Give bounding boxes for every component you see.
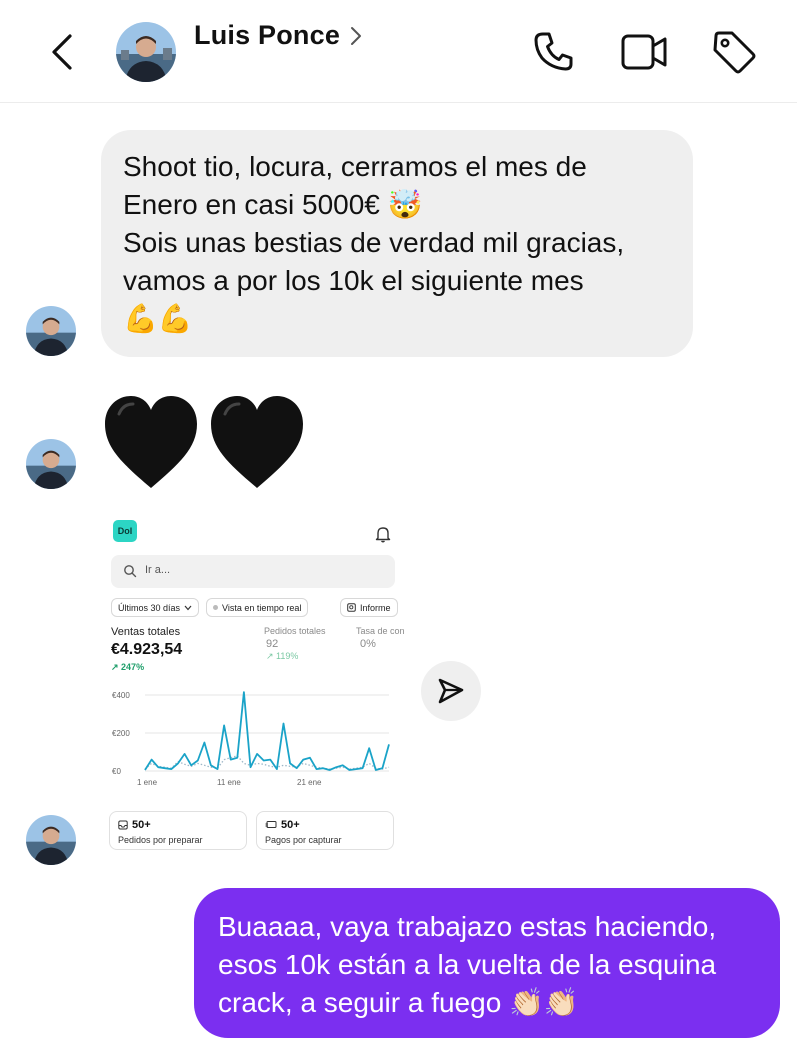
message-text: Buaaaa, vaya trabajazo estas haciendo, xyxy=(218,911,717,942)
inbox-icon xyxy=(118,820,128,830)
message-text: Shoot tio, locura, cerramos el mes de xyxy=(123,151,587,182)
sales-line-chart: €400 €200 €0 1 ene 11 ene 21 ene xyxy=(112,691,390,787)
message-text: vamos a por los 10k el siguiente mes xyxy=(123,265,584,296)
x-tick-label: 21 ene xyxy=(297,778,322,787)
sales-series-line xyxy=(144,691,390,771)
message-text: crack, a seguir a fuego xyxy=(218,987,502,1018)
realtime-chip: Vista en tiempo real xyxy=(206,598,309,617)
y-tick-label: €400 xyxy=(112,691,130,700)
chip-label: Vista en tiempo real xyxy=(222,602,302,613)
search-icon xyxy=(124,565,137,578)
report-chip: Informe xyxy=(340,598,398,617)
x-tick-label: 1 ene xyxy=(137,778,158,787)
sender-avatar[interactable] xyxy=(26,306,76,356)
orders-label: Pedidos totales xyxy=(264,626,326,636)
search-bar: Ir a... xyxy=(111,555,395,588)
tag-icon xyxy=(713,31,756,74)
sales-value: €4.923,54 xyxy=(111,641,183,658)
sender-avatar[interactable] xyxy=(26,439,76,489)
sender-avatar[interactable] xyxy=(26,815,76,865)
paper-plane-icon xyxy=(438,678,464,704)
orders-to-prepare-tile: 50+ Pedidos por preparar xyxy=(109,811,247,850)
search-placeholder: Ir a... xyxy=(145,564,171,576)
chevron-down-icon xyxy=(184,605,192,610)
y-tick-label: €200 xyxy=(112,729,130,738)
incoming-message-bubble[interactable]: Shoot tio, locura, cerramos el mes de En… xyxy=(101,130,693,357)
conversion-value: 0% xyxy=(360,638,376,650)
tile-value: 50+ xyxy=(132,819,151,831)
tile-label: Pedidos por preparar xyxy=(118,835,203,845)
sales-label: Ventas totales xyxy=(111,626,181,638)
tile-label: Pagos por capturar xyxy=(265,835,342,845)
dot-icon xyxy=(213,605,218,610)
tag-button[interactable] xyxy=(710,28,758,76)
mind-blown-emoji: 🤯 xyxy=(387,188,423,221)
orders-growth: ↗ 119% xyxy=(266,651,299,661)
chip-label: Informe xyxy=(360,602,391,613)
store-logo: Dol xyxy=(113,520,137,542)
shared-screenshot-image[interactable]: Dol Ir a... Últimos 30 días Vista en tie… xyxy=(101,507,407,859)
date-range-chip: Últimos 30 días xyxy=(111,598,200,617)
back-button[interactable] xyxy=(44,30,80,74)
orders-value: 92 xyxy=(266,638,279,650)
chevron-right-icon xyxy=(351,26,362,45)
video-camera-icon xyxy=(621,34,667,70)
bell-icon xyxy=(375,527,391,543)
outgoing-message-bubble[interactable]: Buaaaa, vaya trabajazo estas haciendo, e… xyxy=(194,888,780,1038)
contact-name-link[interactable]: Luis Ponce xyxy=(194,20,362,51)
sales-growth: ↗ 247% xyxy=(111,662,145,672)
conversion-label: Tasa de con xyxy=(356,626,405,636)
x-tick-label: 11 ene xyxy=(217,778,241,787)
contact-name: Luis Ponce xyxy=(194,20,341,50)
report-icon xyxy=(347,603,356,612)
message-text: Enero en casi 5000€ xyxy=(123,189,380,220)
tile-value: 50+ xyxy=(281,819,300,831)
message-text: Sois unas bestias de verdad mil gracias, xyxy=(123,227,625,258)
card-payment-icon xyxy=(265,821,277,828)
message-text: esos 10k están a la vuelta de la esquina xyxy=(218,949,717,980)
black-heart-icon xyxy=(105,396,303,488)
clapping-hands-emoji: 👏🏻👏🏻 xyxy=(509,986,579,1019)
chip-label: Últimos 30 días xyxy=(118,602,181,613)
black-hearts-message[interactable]: 🖤🖤 xyxy=(103,392,308,492)
video-call-button[interactable] xyxy=(620,28,668,76)
contact-avatar[interactable] xyxy=(116,22,176,82)
flexed-biceps-emoji: 💪💪 xyxy=(123,302,193,335)
share-button[interactable] xyxy=(421,661,481,721)
chevron-left-icon xyxy=(52,34,72,70)
phone-icon xyxy=(534,32,573,71)
payments-to-capture-tile: 50+ Pagos por capturar xyxy=(256,811,394,850)
y-tick-label: €0 xyxy=(112,767,121,776)
chat-header: Luis Ponce xyxy=(0,0,797,103)
phone-call-button[interactable] xyxy=(529,28,577,76)
